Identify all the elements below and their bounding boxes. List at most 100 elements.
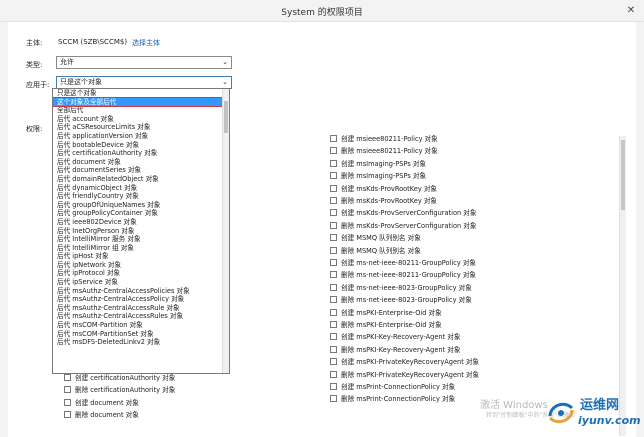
- site-logo: 运维网 iyunv.com: [544, 392, 641, 434]
- dropdown-option[interactable]: 后代 msAuthz-CentralAccessPolicy 对象: [53, 295, 229, 304]
- permission-checkbox[interactable]: [330, 370, 337, 378]
- permission-row[interactable]: 删除 msImaging-PSPs 对象: [330, 171, 426, 181]
- permission-row[interactable]: 创建 msImaging-PSPs 对象: [330, 159, 426, 169]
- permission-checkbox[interactable]: [330, 271, 337, 279]
- dropdown-option[interactable]: 后代 IntelliMirror 组 对象: [53, 244, 229, 253]
- close-icon[interactable]: ✕: [624, 4, 638, 18]
- dropdown-option[interactable]: 后代 certificationAuthority 对象: [53, 149, 229, 158]
- dropdown-option[interactable]: 全部后代: [53, 106, 229, 115]
- permission-checkbox[interactable]: [330, 358, 337, 366]
- dropdown-option[interactable]: 后代 InetOrgPerson 对象: [53, 227, 229, 236]
- permission-label: 创建 msPKI-Enterprise-Oid 对象: [341, 308, 442, 317]
- permission-row[interactable]: 删除 msPKI-PrivateKeyRecoveryAgent 对象: [330, 370, 479, 380]
- select-principal-link[interactable]: 选择主体: [132, 38, 160, 48]
- permission-row[interactable]: 创建 ms-net-ieee-8023-GroupPolicy 对象: [330, 283, 472, 293]
- permissions-scrollbar[interactable]: [619, 136, 626, 436]
- dropdown-option[interactable]: 后代 friendlyCountry 对象: [53, 192, 229, 201]
- dropdown-option[interactable]: 这个对象及全部后代: [53, 96, 229, 108]
- dropdown-option[interactable]: 后代 ipProtocol 对象: [53, 269, 229, 278]
- permission-checkbox[interactable]: [330, 283, 337, 291]
- permission-checkbox[interactable]: [330, 147, 337, 155]
- permission-label: 创建 msieee80211-Policy 对象: [341, 135, 438, 143]
- permission-row[interactable]: 创建 msKds-ProvServerConfiguration 对象: [330, 208, 476, 218]
- permission-checkbox[interactable]: [330, 159, 337, 167]
- permission-checkbox[interactable]: [330, 383, 337, 390]
- permission-row[interactable]: 删除 msPKI-Enterprise-Oid 对象: [330, 320, 442, 330]
- permissions-scrollbar-thumb[interactable]: [621, 140, 625, 210]
- permission-checkbox[interactable]: [330, 345, 337, 353]
- permission-row[interactable]: 创建 MSMQ 队列别名 对象: [330, 233, 421, 243]
- permission-label: 删除 ms-net-ieee-8023-GroupPolicy 对象: [341, 296, 472, 305]
- window-frame-right: [636, 22, 644, 437]
- permission-checkbox[interactable]: [330, 234, 337, 242]
- chevron-down-icon: ⌄: [222, 58, 228, 66]
- dropdown-option[interactable]: 后代 aCSResourceLimits 对象: [53, 123, 229, 132]
- permission-checkbox[interactable]: [330, 184, 337, 192]
- dropdown-option[interactable]: 后代 groupPolicyContainer 对象: [53, 209, 229, 218]
- dropdown-scrollbar-thumb[interactable]: [224, 101, 228, 133]
- permission-row[interactable]: 删除 ms-net-ieee-8023-GroupPolicy 对象: [330, 295, 472, 305]
- permission-checkbox[interactable]: [330, 259, 337, 266]
- permission-row[interactable]: 删除 msKds-ProvRootKey 对象: [330, 196, 437, 206]
- dropdown-option[interactable]: 后代 msCOM-Partition 对象: [53, 321, 229, 330]
- permission-checkbox[interactable]: [330, 395, 337, 403]
- permission-row[interactable]: 创建 msPKI-Enterprise-Oid 对象: [330, 308, 442, 318]
- permission-row[interactable]: 删除 document 对象: [64, 410, 139, 420]
- permission-label: 创建 msPKI-Key-Recovery-Agent 对象: [341, 333, 461, 342]
- permission-row[interactable]: 创建 msieee80211-Policy 对象: [330, 134, 438, 144]
- dropdown-option[interactable]: 后代 ipHost 对象: [53, 252, 229, 261]
- permission-checkbox[interactable]: [330, 321, 337, 328]
- dropdown-option[interactable]: 后代 msAuthz-CentralAccessRules 对象: [53, 312, 229, 321]
- permission-label: 创建 msKds-ProvRootKey 对象: [341, 184, 438, 193]
- permission-row[interactable]: 创建 certificationAuthority 对象: [64, 373, 175, 383]
- dropdown-option[interactable]: 后代 ipService 对象: [53, 278, 229, 287]
- permission-checkbox[interactable]: [64, 386, 71, 394]
- type-select[interactable]: 允许 ⌄: [56, 56, 232, 69]
- dropdown-scrollbar[interactable]: [222, 89, 229, 373]
- permission-label: 删除 msPKI-Key-Recovery-Agent 对象: [341, 345, 461, 354]
- permission-row[interactable]: 创建 msKds-ProvRootKey 对象: [330, 184, 437, 194]
- permission-label: 创建 msKds-ProvServerConfiguration 对象: [341, 209, 477, 218]
- permission-row[interactable]: 创建 document 对象: [64, 398, 139, 408]
- dropdown-option[interactable]: 后代 bootableDevice 对象: [53, 141, 229, 150]
- permission-row[interactable]: 创建 msPKI-Key-Recovery-Agent 对象: [330, 332, 460, 342]
- dropdown-option[interactable]: 后代 domainRelatedObject 对象: [53, 175, 229, 184]
- dropdown-option[interactable]: 后代 IntelliMirror 服务 对象: [53, 235, 229, 244]
- permission-checkbox[interactable]: [64, 411, 71, 419]
- permission-checkbox[interactable]: [330, 209, 337, 217]
- principal-label: 主体:: [26, 39, 43, 47]
- permission-row[interactable]: 删除 msieee80211-Policy 对象: [330, 146, 438, 156]
- permission-row[interactable]: 删除 ms-net-ieee-80211-GroupPolicy 对象: [330, 270, 476, 280]
- permission-checkbox[interactable]: [330, 246, 337, 254]
- permission-row[interactable]: 创建 ms-net-ieee-80211-GroupPolicy 对象: [330, 258, 476, 268]
- dropdown-option[interactable]: 后代 msDFS-DeletedLinkv2 对象: [53, 338, 229, 347]
- apply-to-dropdown-list[interactable]: 只是这个对象 这个对象及全部后代 全部后代 后代 account 对象 后代 aCSRe…: [52, 88, 230, 374]
- apply-to-select-value: 只是这个对象: [60, 78, 102, 86]
- activation-watermark: 激活 Windows: [480, 400, 548, 411]
- permission-checkbox[interactable]: [330, 308, 337, 316]
- permission-checkbox[interactable]: [330, 296, 337, 304]
- dropdown-option[interactable]: 后代 ieee802Device 对象: [53, 218, 229, 227]
- permission-row[interactable]: 创建 msPrint-ConnectionPolicy 对象: [330, 382, 455, 392]
- dropdown-option[interactable]: 只是这个对象: [53, 89, 229, 98]
- permission-label: 删除 certificationAuthority 对象: [75, 386, 176, 395]
- dropdown-option[interactable]: 后代 msCOM-PartitionSet 对象: [53, 330, 229, 339]
- permission-row[interactable]: 删除 msPrint-ConnectionPolicy 对象: [330, 394, 455, 404]
- permission-checkbox[interactable]: [64, 398, 71, 406]
- permission-checkbox[interactable]: [330, 221, 337, 229]
- permission-row[interactable]: 删除 MSMQ 队列别名 对象: [330, 246, 421, 256]
- permission-checkbox[interactable]: [64, 374, 71, 381]
- permission-checkbox[interactable]: [330, 135, 337, 142]
- permission-row[interactable]: 删除 msPKI-Key-Recovery-Agent 对象: [330, 345, 460, 355]
- logo-domain-text: iyunv.com: [578, 414, 641, 427]
- dropdown-option[interactable]: 后代 applicationVersion 对象: [53, 132, 229, 141]
- permission-row[interactable]: 删除 certificationAuthority 对象: [64, 385, 175, 395]
- permission-checkbox[interactable]: [330, 333, 337, 341]
- dropdown-option[interactable]: 后代 dynamicObject 对象: [53, 184, 229, 193]
- dropdown-option[interactable]: 后代 msAuthz-CentralAccessPolicies 对象: [53, 287, 229, 296]
- permission-checkbox[interactable]: [330, 197, 337, 204]
- permission-checkbox[interactable]: [330, 172, 337, 180]
- permission-row[interactable]: 删除 msKds-ProvServerConfiguration 对象: [330, 221, 476, 231]
- dropdown-option[interactable]: 后代 documentSeries 对象: [53, 166, 229, 175]
- permission-row[interactable]: 创建 msPKI-PrivateKeyRecoveryAgent 对象: [330, 357, 479, 367]
